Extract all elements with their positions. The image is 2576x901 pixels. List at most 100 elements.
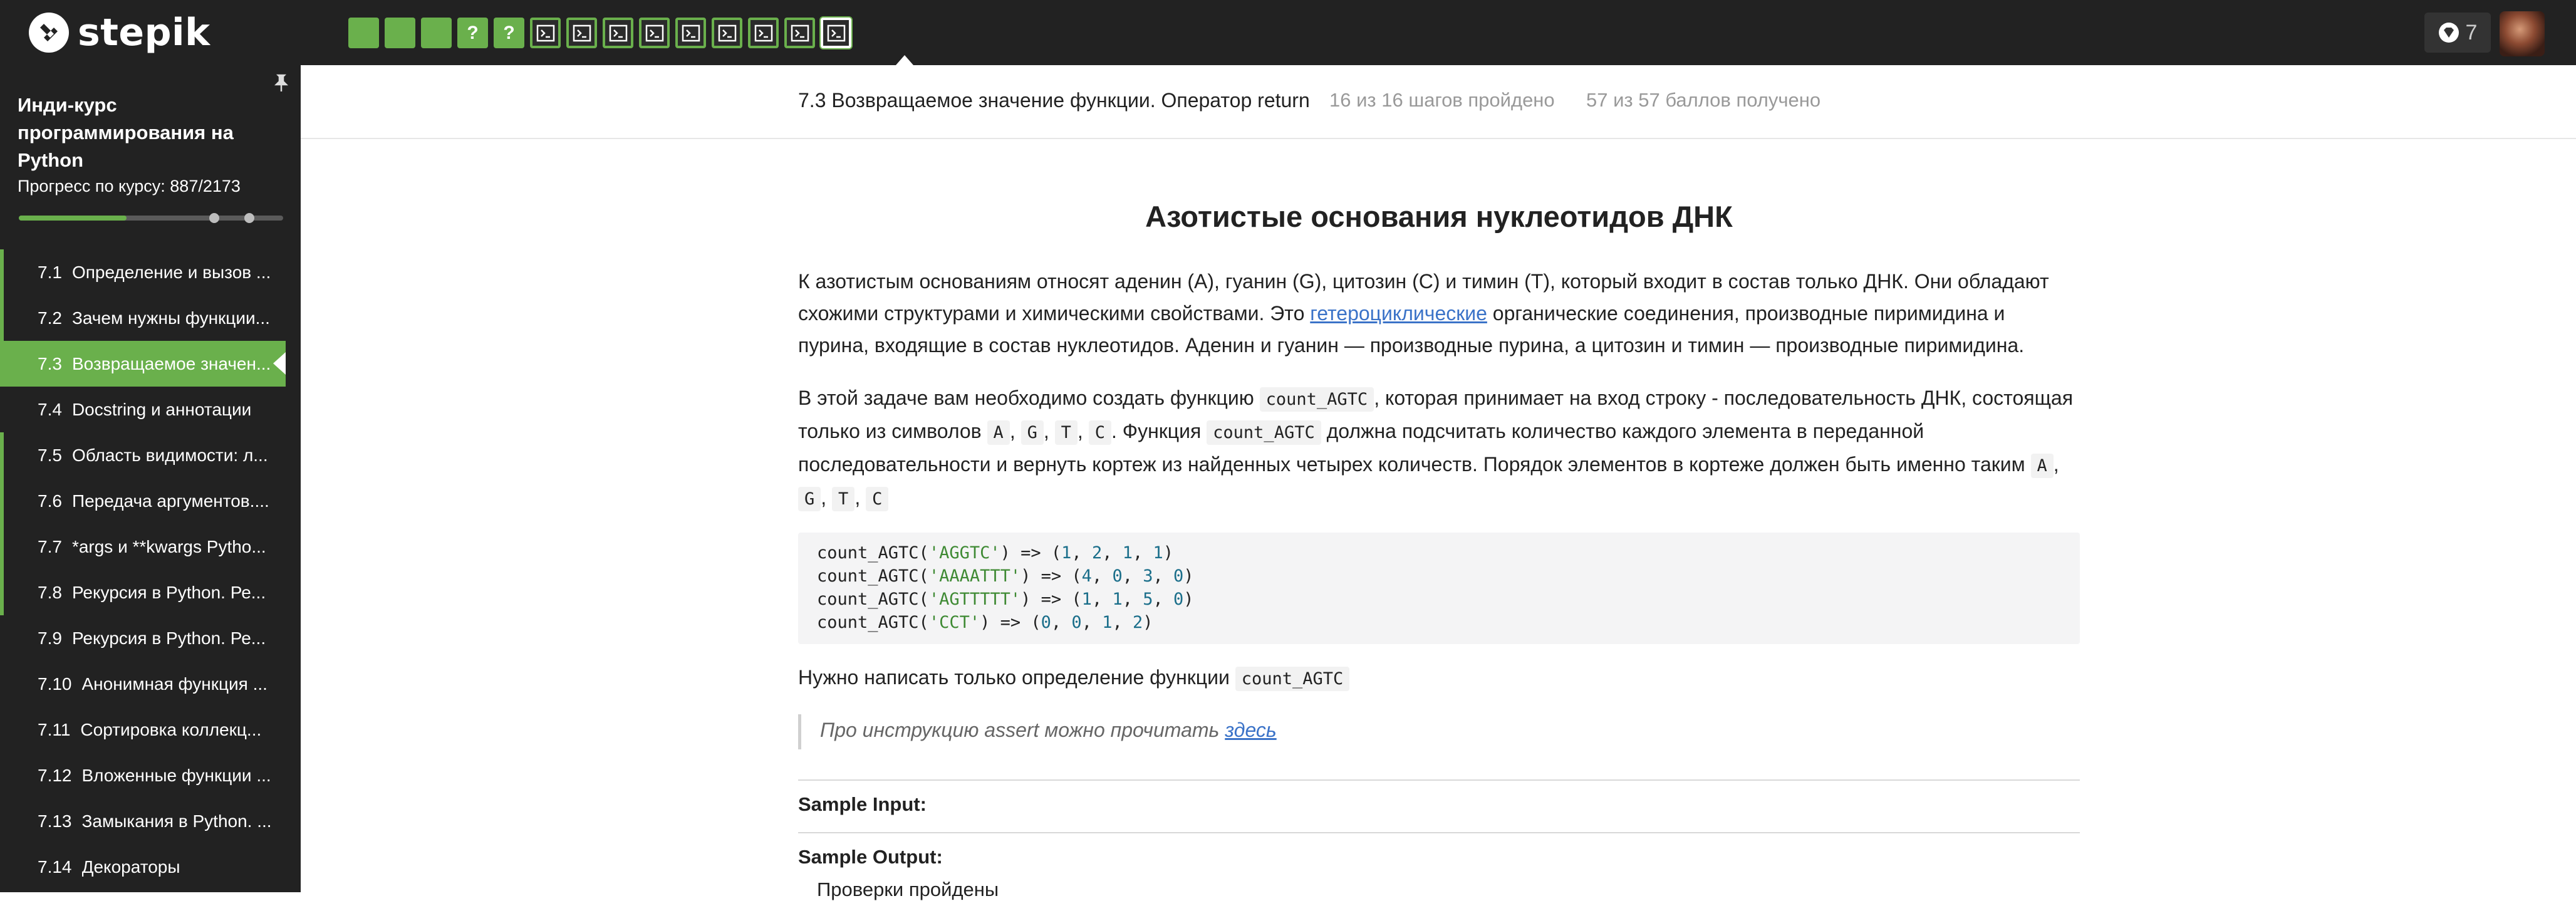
inline-code: C [866, 487, 889, 511]
terminal-icon [682, 24, 700, 41]
code-number: 1 [1061, 543, 1072, 563]
inline-code: C [1088, 420, 1111, 445]
text: В этой задаче вам необходимо создать фун… [798, 387, 1260, 409]
sample-output-label: Sample Output: [798, 846, 943, 868]
lesson-item[interactable]: 7.2 Зачем нужны функции... [0, 295, 301, 341]
inline-code: A [987, 420, 1010, 445]
inline-code: T [832, 487, 855, 511]
terminal-icon [754, 24, 772, 41]
code-number: 2 [1091, 543, 1103, 563]
lesson-label: Рекурсия в Python. Ре... [71, 582, 266, 602]
course-title[interactable]: Инди-курс программирования на Python [18, 91, 268, 174]
code-number: 3 [1143, 566, 1153, 586]
pin-icon[interactable] [273, 74, 289, 93]
lesson-number: 7.1 [38, 262, 62, 282]
lesson-item[interactable]: 7.13 Замыкания в Python. ... [0, 798, 301, 844]
step-13-code[interactable] [784, 18, 815, 48]
lesson-item-active[interactable]: 7.3 Возвращаемое значен... [0, 341, 286, 387]
step-heading: Азотистые основания нуклеотидов ДНК [1145, 200, 1733, 233]
step-12-code[interactable] [748, 18, 779, 48]
terminal-icon [791, 24, 809, 41]
lesson-item[interactable]: 7.11 Сортировка коллекц... [0, 707, 301, 753]
lesson-item[interactable]: 7.7 *args и **kwargs Pytho... [0, 524, 301, 570]
code-number: 1 [1081, 590, 1092, 609]
lesson-item[interactable]: 7.12 Вложенные функции ... [0, 753, 301, 798]
step-14-code-current[interactable] [821, 18, 851, 48]
step-9-code[interactable] [639, 18, 670, 48]
separator: , [821, 486, 827, 509]
course-progress-fill [19, 216, 127, 221]
code-number: 5 [1143, 590, 1153, 609]
course-progress-bar [19, 213, 283, 223]
course-progress-label: Прогресс по курсу: 887/2173 [18, 177, 241, 195]
inline-code: count_AGTC [1235, 667, 1350, 691]
code-example: count_AGTC('AGGTC') => (1, 2, 1, 1) count… [798, 533, 2080, 644]
code-number: 1 [1102, 613, 1113, 632]
terminal-icon [573, 24, 591, 41]
assert-docs-link[interactable]: здесь [1225, 719, 1276, 741]
code-string: 'AAAATTT' [928, 566, 1021, 586]
lesson-label: Docstring и аннотации [71, 399, 252, 419]
user-avatar[interactable] [2500, 11, 2545, 56]
step-10-code[interactable] [675, 18, 706, 48]
code-arrow: ) => ( [1021, 590, 1082, 609]
step-4-quiz[interactable]: ? [457, 18, 488, 48]
lesson-item[interactable]: 7.9 Рекурсия в Python. Ре... [0, 615, 301, 661]
code-arrow: ) => ( [1000, 543, 1062, 563]
score-progress: 57 из 57 баллов получено [1586, 89, 1821, 111]
inline-code: T [1054, 420, 1078, 445]
lesson-label: Передача аргументов.... [71, 491, 269, 511]
lesson-number: 7.8 [38, 582, 62, 602]
lesson-number: 7.5 [38, 445, 62, 465]
note-paragraph: Нужно написать только определение функци… [798, 662, 2080, 695]
code-fn: count_AGTC( [817, 613, 929, 632]
step-1-text[interactable] [348, 18, 379, 48]
notifications-button[interactable]: 7 [2424, 13, 2491, 53]
stepik-logo[interactable]: stepik [29, 11, 210, 55]
lesson-label: Рекурсия в Python. Ре... [71, 628, 266, 648]
assert-note-quote: Про инструкцию assert можно прочитать зд… [798, 714, 2080, 749]
top-navbar: stepik ? ? 7 [0, 0, 2576, 65]
step-11-code[interactable] [712, 18, 742, 48]
lesson-item[interactable]: 7.10 Анонимная функция ... [0, 661, 301, 707]
lesson-label: Область видимости: л... [71, 445, 268, 465]
step-8-code[interactable] [603, 18, 633, 48]
lesson-item[interactable]: 7.8 Рекурсия в Python. Ре... [0, 570, 301, 615]
lesson-item[interactable]: 7.5 Область видимости: л... [0, 432, 301, 478]
code-line: count_AGTC('CCT') => (0, 0, 1, 2) [817, 613, 1153, 632]
text: . Функция [1111, 420, 1207, 442]
text: Нужно написать только определение функци… [798, 666, 1235, 689]
code-arrow: ) => ( [980, 613, 1041, 632]
step-6-code[interactable] [530, 18, 561, 48]
lesson-title: 7.3 Возвращаемое значение функции. Опера… [798, 89, 1310, 112]
lesson-item[interactable]: 7.14 Декораторы [0, 844, 301, 890]
step-navigation: ? ? [348, 18, 851, 48]
step-7-code[interactable] [566, 18, 597, 48]
lesson-label: Вложенные функции ... [81, 765, 271, 785]
separator: , [854, 486, 861, 509]
question-icon: ? [503, 22, 515, 43]
heterocyclic-link[interactable]: гетероциклические [1310, 302, 1487, 325]
code-number: 1 [1122, 543, 1133, 563]
inline-code: count_AGTC [1207, 420, 1321, 445]
lesson-label: Декораторы [81, 857, 180, 877]
lesson-item[interactable]: 7.6 Передача аргументов.... [0, 478, 301, 524]
lesson-header: 7.3 Возвращаемое значение функции. Опера… [301, 65, 2576, 139]
lesson-number: 7.6 [38, 491, 62, 511]
code-line: count_AGTC('AGTTTTT') => (1, 1, 5, 0) [817, 590, 1194, 609]
inline-code: count_AGTC [1259, 387, 1374, 412]
code-number: 1 [1112, 590, 1123, 609]
terminal-icon [609, 24, 627, 41]
code-number: 0 [1071, 613, 1082, 632]
question-icon: ? [467, 22, 479, 43]
inline-code: G [798, 487, 821, 511]
sample-input-label: Sample Input: [798, 793, 927, 815]
step-5-quiz[interactable]: ? [494, 18, 524, 48]
lesson-item[interactable]: 7.4 Docstring и аннотации [0, 387, 301, 432]
step-3-text[interactable] [421, 18, 452, 48]
course-sidebar: Инди-курс программирования на Python Про… [0, 65, 301, 892]
lesson-item[interactable]: 7.1 Определение и вызов ... [0, 249, 301, 295]
code-number: 0 [1041, 613, 1051, 632]
step-2-text[interactable] [385, 18, 415, 48]
lesson-number: 7.10 [38, 674, 72, 694]
